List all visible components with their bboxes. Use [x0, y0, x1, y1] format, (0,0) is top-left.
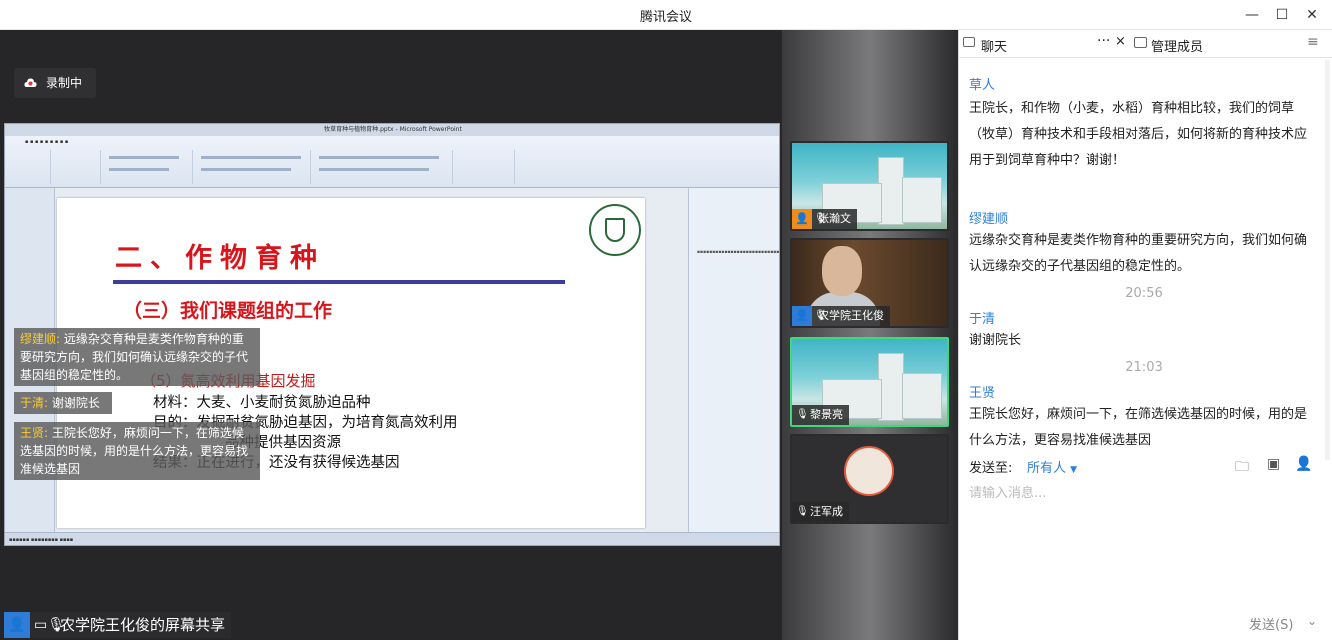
clipped-message: ……	[969, 58, 1319, 68]
ribbon-control	[109, 156, 179, 159]
panel-tabs: 聊天 ··· × 管理成员 ≡	[959, 30, 1332, 58]
window-title: 腾讯会议	[639, 10, 692, 25]
message-sender: 于清	[969, 312, 996, 327]
message-input[interactable]: 请输入消息...	[969, 482, 1046, 501]
participant-label: 👤 🎙 农学院王化俊	[792, 306, 890, 326]
gallery-background	[782, 30, 958, 640]
message-sender: 缪建顺	[969, 212, 1009, 227]
mic-muted-icon: 🎙	[814, 213, 827, 224]
more-icon[interactable]: ···	[1097, 33, 1110, 49]
message-text: 远缘杂交育种是麦类作物育种的重要研究方向，我们如何确认远缘杂交的子代基因组的稳定…	[969, 233, 1308, 274]
send-options-chevron-icon[interactable]: ⌄	[1307, 614, 1317, 628]
university-logo	[589, 204, 641, 256]
meeting-window: 腾讯会议 — ☐ ✕ 录制中 牧草育种与植物育种.pptx - Microsof…	[0, 0, 1332, 640]
chat-panel: 聊天 ··· × 管理成员 ≡ …… 草人 王院长，和作物（小麦，水稻）育种相比…	[958, 30, 1332, 640]
recording-indicator[interactable]: 录制中	[14, 68, 96, 98]
screen-share-mic-icon: ▭🎙	[34, 617, 66, 633]
maximize-icon[interactable]: ☐	[1270, 4, 1294, 26]
caption-overlay: 王贤: 王院长您好，麻烦问一下，在筛选候选基因的时候，用的是什么方法，更容易找准…	[14, 422, 260, 480]
send-to-value: 所有人	[1027, 461, 1067, 476]
caption-speaker: 于清:	[20, 396, 49, 410]
caption-overlay: 缪建顺: 远缘杂交育种是麦类作物育种的重要研究方向，我们如何确认远缘杂交的子代基…	[14, 328, 260, 386]
message-text: 王院长，和作物（小麦，水稻）育种相比较，我们的饲草（牧草）育种技术和手段相对落后…	[969, 101, 1308, 168]
members-icon	[1134, 37, 1147, 48]
message-text: 谢谢院长	[969, 333, 1022, 348]
send-to-label: 发送至:	[969, 461, 1013, 476]
send-to-dropdown[interactable]: 所有人 ▼	[1027, 457, 1077, 476]
tab-chat[interactable]: 聊天	[981, 36, 1007, 55]
message-text: 王院长您好，麻烦问一下，在筛选候选基因的时候，用的是什么方法，更容易找准候选基因	[969, 407, 1308, 448]
slide-title: 二、作物育种	[115, 243, 325, 274]
close-icon[interactable]: ✕	[1300, 4, 1324, 26]
recording-label: 录制中	[46, 76, 83, 90]
ppt-ribbon: ▪ ▪ ▪ ▪ ▪ ▪ ▪ ▪ ▪	[5, 136, 779, 188]
send-button[interactable]: 发送(S)	[1249, 614, 1293, 633]
person-icon: 👤	[792, 306, 812, 326]
video-stage: 录制中 牧草育种与植物育种.pptx - Microsoft PowerPoin…	[0, 30, 958, 640]
ribbon-group	[455, 150, 515, 184]
ribbon-control	[201, 168, 291, 171]
slide-subtitle: （三）我们课题组的工作	[123, 300, 333, 322]
message-time: 20:56	[1125, 286, 1163, 301]
minimize-icon[interactable]: —	[1240, 4, 1264, 26]
caption-text: 王院长您好，麻烦问一下，在筛选候选基因的时候，用的是什么方法，更容易找准候选基因	[20, 426, 249, 476]
chat-messages: …… 草人 王院长，和作物（小麦，水稻）育种相比较，我们的饲草（牧草）育种技术和…	[959, 58, 1319, 458]
caption-speaker: 王贤:	[20, 426, 49, 440]
participant-tile[interactable]: 👤 🎙 张瀚文	[790, 141, 949, 231]
person-icon: 👤	[792, 209, 812, 229]
mic-muted-icon: 🎙	[796, 506, 809, 517]
participant-label: 🎙 黎景亮	[792, 405, 849, 425]
tab-manage-members[interactable]: 管理成员	[1151, 36, 1203, 55]
ppt-window-title: 牧草育种与植物育种.pptx - Microsoft PowerPoint	[5, 124, 779, 136]
participant-name: 汪军成	[810, 505, 843, 518]
ribbon-group	[7, 150, 51, 184]
mic-icon: 🎙	[814, 310, 827, 321]
slide-title-rule	[113, 280, 565, 284]
ppt-notes-pane: ▪▪▪▪▪▪▪▪▪▪▪▪▪▪▪▪▪▪▪▪▪▪▪▪▪▪▪	[688, 188, 780, 532]
participant-name: 黎景亮	[810, 408, 843, 421]
announcement-icon[interactable]: ▣	[1267, 456, 1280, 472]
member-select-icon[interactable]: 👤	[1295, 456, 1312, 472]
participant-label: 👤 🎙 张瀚文	[792, 209, 857, 229]
ribbon-control	[109, 168, 169, 171]
chat-scrollbar[interactable]	[1325, 60, 1330, 460]
close-panel-icon[interactable]: ×	[1115, 34, 1126, 49]
message-time: 21:03	[1125, 360, 1163, 375]
ribbon-control	[319, 156, 439, 159]
slide-line: 材料：大麦、小麦耐贫氮胁迫品种	[153, 395, 371, 411]
message-sender: 草人	[969, 78, 996, 93]
cloud-record-icon	[24, 78, 37, 87]
ribbon-control	[201, 156, 301, 159]
notes-text: ▪▪▪▪▪▪▪▪▪▪▪▪▪▪▪▪▪▪▪▪▪▪▪▪▪▪▪	[697, 250, 780, 255]
ribbon-control	[319, 168, 429, 171]
caption-text: 谢谢院长	[51, 396, 100, 410]
message-sender: 王贤	[969, 386, 996, 401]
participant-avatar	[844, 446, 894, 496]
mic-icon: 🎙	[796, 409, 809, 420]
participant-tile[interactable]: 🎙 汪军成	[790, 434, 949, 524]
ppt-status-bar: ▪▪▪▪▪▪ ▪▪▪▪▪▪▪▪ ▪▪▪▪	[5, 532, 779, 545]
folder-icon[interactable]: 🗀	[1235, 456, 1249, 480]
ribbon-group	[53, 150, 101, 184]
menu-icon[interactable]: ≡	[1307, 34, 1319, 50]
caption-overlay: 于清: 谢谢院长	[14, 392, 112, 414]
chat-icon	[963, 37, 975, 47]
caption-speaker: 缪建顺:	[20, 332, 61, 346]
title-bar: 腾讯会议 — ☐ ✕	[0, 0, 1332, 30]
person-icon: 👤	[4, 612, 30, 638]
screen-share-owner: 农学院王化俊的屏幕共享	[60, 616, 226, 634]
chevron-down-icon: ▼	[1070, 465, 1078, 475]
participant-tile[interactable]: 👤 🎙 农学院王化俊	[790, 238, 949, 328]
screen-share-label: 👤 ▭🎙 农学院王化俊的屏幕共享	[4, 612, 232, 638]
ppt-ribbon-tabs: ▪ ▪ ▪ ▪ ▪ ▪ ▪ ▪ ▪	[25, 139, 69, 145]
participant-label: 🎙 汪军成	[792, 502, 849, 522]
participant-tile-active[interactable]: 🎙 黎景亮	[790, 337, 949, 427]
participant-name: 农学院王化俊	[818, 309, 884, 322]
